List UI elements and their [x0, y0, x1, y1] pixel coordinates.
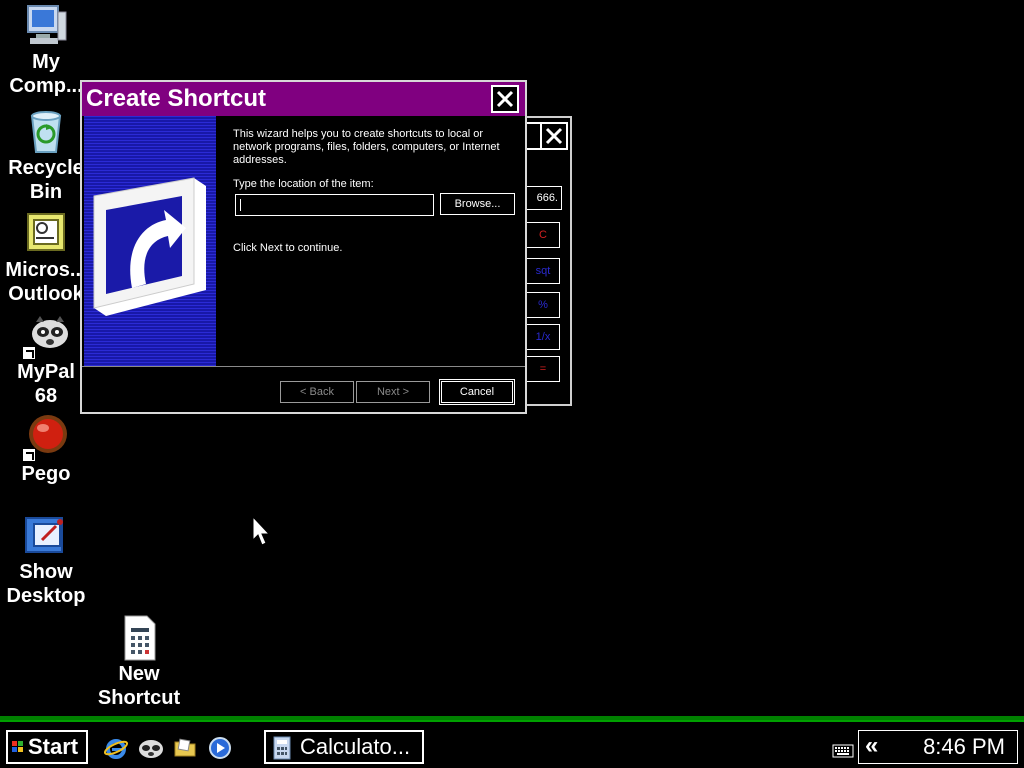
desktop-icon-label: Pego — [21, 463, 71, 485]
desktop-icon-pego[interactable]: Pego — [0, 414, 92, 486]
create-shortcut-dialog: Create Shortcut This wizard helps you to… — [80, 80, 527, 414]
desktop-icon-show-desktop[interactable]: Show Desktop — [0, 512, 92, 608]
next-button[interactable]: Next > — [356, 381, 430, 403]
start-button[interactable]: Start — [6, 730, 88, 764]
desktop-icon-label: Recycle Bin — [8, 157, 84, 203]
calculator-close-button[interactable] — [540, 122, 568, 150]
calculator-icon — [273, 736, 291, 760]
close-icon — [545, 127, 563, 145]
cancel-button[interactable]: Cancel — [439, 379, 515, 405]
close-icon — [496, 90, 514, 108]
calculator-display: 666. — [526, 186, 562, 210]
wizard-banner — [84, 116, 216, 366]
calc-key-percent[interactable]: % — [526, 292, 560, 318]
desktop-icon-my-computer[interactable]: My Comp... — [0, 2, 92, 98]
calc-key-sqrt[interactable]: sqt — [526, 258, 560, 284]
desktop-icon-label: MyPal 68 — [17, 361, 75, 407]
media-player-icon[interactable] — [208, 736, 232, 760]
document-file-icon — [115, 614, 163, 662]
clock[interactable]: 8:46 PM — [923, 731, 1005, 763]
tray-expand-chevron-icon[interactable]: « — [865, 731, 878, 761]
keyboard-icon[interactable] — [832, 744, 854, 763]
calc-key-equals[interactable]: = — [526, 356, 560, 382]
calc-key-reciprocal[interactable]: 1/x — [526, 324, 560, 350]
start-label: Start — [28, 734, 79, 759]
taskbar-inner: Start Calculato... « 8:46 PM — [0, 720, 1024, 768]
internet-explorer-icon[interactable] — [103, 736, 129, 760]
mypal-raccoon-icon[interactable] — [138, 736, 163, 760]
show-desktop-icon — [22, 512, 70, 560]
desktop-icon-mypal[interactable]: MyPal 68 — [0, 312, 92, 408]
desktop-icon-label: My Comp... — [9, 51, 83, 97]
mouse-pointer-icon — [252, 516, 271, 546]
calc-key-clear[interactable]: C — [526, 222, 560, 248]
dialog-close-button[interactable] — [491, 85, 519, 113]
folder-icon[interactable] — [173, 736, 197, 760]
desktop-icon-label: Micros... Outlook — [5, 259, 87, 305]
desktop-icon-label: New Shortcut — [97, 663, 181, 709]
recycle-bin-icon — [22, 108, 70, 156]
location-input[interactable] — [235, 194, 434, 216]
shortcut-arrow-icon — [93, 177, 206, 316]
taskbar-button-label: Calculato... — [300, 734, 411, 759]
wizard-intro-text: This wizard helps you to create shortcut… — [233, 128, 500, 166]
pego-red-ball-icon — [22, 414, 70, 462]
windows-flag-icon — [12, 741, 24, 753]
dialog-titlebar[interactable]: Create Shortcut — [82, 82, 525, 116]
calculator-window[interactable]: 666. C sqt % 1/x = — [514, 116, 572, 406]
dialog-separator — [82, 366, 525, 367]
desktop-icon-label: Show Desktop — [6, 561, 86, 607]
text-caret — [240, 199, 241, 211]
dialog-title: Create Shortcut — [86, 85, 267, 112]
desktop-icon-outlook[interactable]: Micros... Outlook — [0, 210, 92, 306]
taskbar: Start Calculato... « 8:46 PM — [0, 716, 1024, 768]
shortcut-overlay-icon — [22, 346, 36, 360]
system-tray: « 8:46 PM — [858, 730, 1018, 764]
continue-hint-text: Click Next to continue. — [233, 242, 343, 254]
computer-icon — [22, 2, 70, 50]
desktop-icon-recycle-bin[interactable]: Recycle Bin — [0, 108, 92, 204]
taskbar-button-calculator[interactable]: Calculato... — [264, 730, 424, 764]
location-label: Type the location of the item: — [233, 178, 374, 190]
browse-button[interactable]: Browse... — [440, 193, 515, 215]
outlook-icon — [22, 210, 70, 258]
desktop-icon-new-shortcut[interactable]: New Shortcut — [93, 614, 185, 710]
mypal-raccoon-icon — [22, 312, 70, 360]
back-button[interactable]: < Back — [280, 381, 354, 403]
shortcut-overlay-icon — [22, 448, 36, 462]
